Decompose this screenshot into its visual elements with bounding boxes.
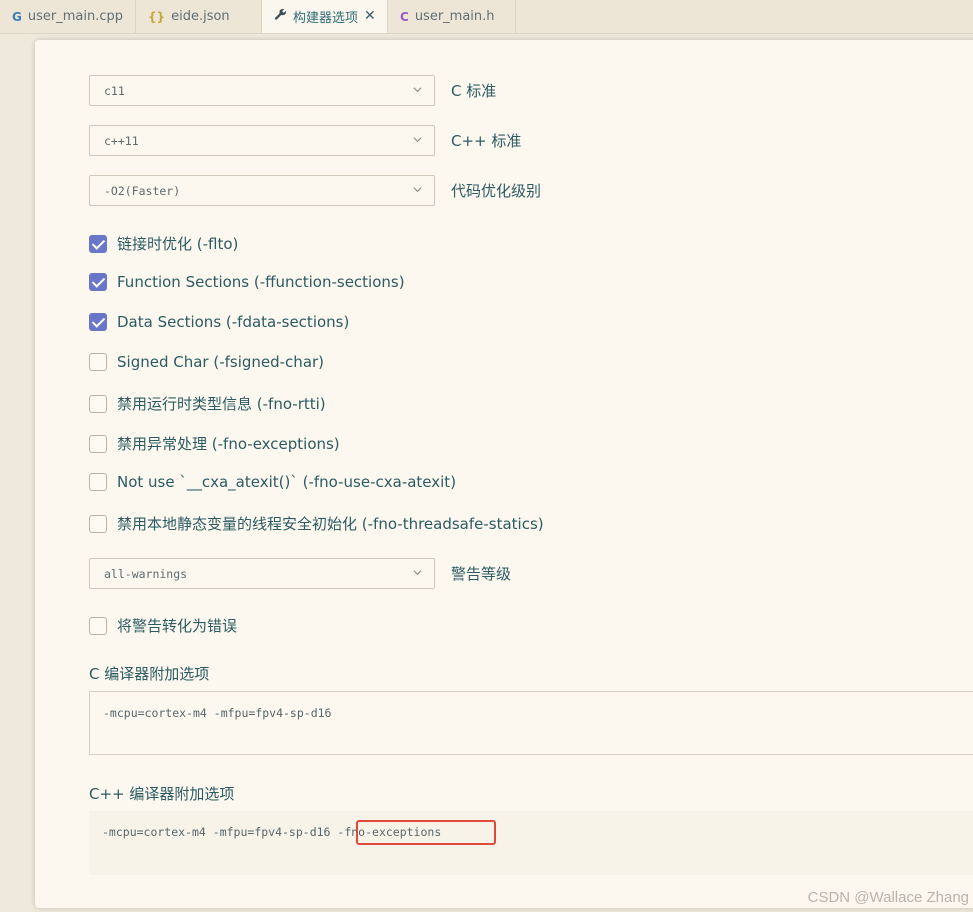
checkbox[interactable] <box>89 273 107 291</box>
c-standard-label: C 标准 <box>451 82 497 100</box>
chevron-down-icon <box>413 570 422 576</box>
warnings-label: 警告等级 <box>451 565 512 583</box>
c-extra-options-field[interactable]: -mcpu=cortex-m4 -mfpu=fpv4-sp-d16 <box>89 691 973 755</box>
annotation-highlight-box <box>356 820 496 845</box>
tab-label: eide.json <box>171 9 230 24</box>
select-value: -O2(Faster) <box>104 183 181 198</box>
checkbox[interactable] <box>89 616 107 635</box>
json-file-icon: {} <box>148 9 166 24</box>
warnings-row: all-warnings 警告等级 <box>89 558 511 589</box>
checkbox-label: 禁用本地静态变量的线程安全初始化 (-fno-threadsafe-static… <box>117 515 544 533</box>
builder-options-panel: c11 C 标准 c++11 C++ 标准 -O2(Faster) 代码优化级别… <box>35 40 973 908</box>
checkbox-label: Function Sections (-ffunction-sections) <box>117 273 405 291</box>
c-file-icon: C <box>400 9 409 24</box>
checkbox-row-signed-char[interactable]: Signed Char (-fsigned-char) <box>89 353 324 371</box>
checkbox-row-warnings-as-errors[interactable]: 将警告转化为错误 <box>89 615 237 636</box>
optimization-row: -O2(Faster) 代码优化级别 <box>89 175 541 206</box>
chevron-down-icon <box>413 187 422 193</box>
checkbox[interactable] <box>89 434 107 453</box>
checkbox-row-data-sections[interactable]: Data Sections (-fdata-sections) <box>89 313 349 331</box>
c-extra-options-label: C 编译器附加选项 <box>89 665 210 683</box>
tab-label: 构建器选项 <box>293 10 359 26</box>
checkbox[interactable] <box>89 313 107 331</box>
cpp-standard-row: c++11 C++ 标准 <box>89 125 521 156</box>
select-value: all-warnings <box>104 566 188 581</box>
checkbox[interactable] <box>89 394 107 413</box>
tab-label: user_main.cpp <box>27 9 123 24</box>
checkbox-row-no-exceptions[interactable]: 禁用异常处理 (-fno-exceptions) <box>89 433 340 454</box>
warnings-select[interactable]: all-warnings <box>89 558 435 589</box>
c-standard-select[interactable]: c11 <box>89 75 435 106</box>
checkbox-label: Not use `__cxa_atexit()` (-fno-use-cxa-a… <box>117 473 457 491</box>
cpp-extra-options-label: C++ 编译器附加选项 <box>89 785 235 803</box>
tab-builder-options[interactable]: 构建器选项 ✕ <box>262 0 388 33</box>
checkbox-label: 禁用异常处理 (-fno-exceptions) <box>117 435 340 453</box>
checkbox[interactable] <box>89 234 107 253</box>
tab-label: user_main.h <box>414 9 495 24</box>
checkbox-label: Data Sections (-fdata-sections) <box>117 313 350 331</box>
checkbox-row-no-threadsafe-statics[interactable]: 禁用本地静态变量的线程安全初始化 (-fno-threadsafe-static… <box>89 513 544 534</box>
close-icon[interactable]: ✕ <box>364 8 376 24</box>
cpp-file-icon: G <box>12 9 22 24</box>
chevron-down-icon <box>413 137 422 143</box>
cpp-standard-label: C++ 标准 <box>451 132 522 150</box>
optimization-select[interactable]: -O2(Faster) <box>89 175 435 206</box>
checkbox-label: Signed Char (-fsigned-char) <box>117 353 325 371</box>
checkbox[interactable] <box>89 514 107 533</box>
optimization-label: 代码优化级别 <box>451 182 542 200</box>
tab-user-main-cpp[interactable]: G user_main.cpp <box>0 0 136 33</box>
watermark: CSDN @Wallace Zhang <box>807 889 969 906</box>
checkbox-row-no-rtti[interactable]: 禁用运行时类型信息 (-fno-rtti) <box>89 393 326 414</box>
checkbox-label: 链接时优化 (-flto) <box>117 235 239 253</box>
cpp-extra-options-field[interactable]: -mcpu=cortex-m4 -mfpu=fpv4-sp-d16 -fno-e… <box>89 811 973 875</box>
tab-eide-json[interactable]: {} eide.json <box>136 0 262 33</box>
checkbox-row-no-cxa-atexit[interactable]: Not use `__cxa_atexit()` (-fno-use-cxa-a… <box>89 473 456 491</box>
checkbox-row-flto[interactable]: 链接时优化 (-flto) <box>89 233 238 254</box>
checkbox[interactable] <box>89 353 107 371</box>
checkbox-row-function-sections[interactable]: Function Sections (-ffunction-sections) <box>89 273 405 291</box>
checkbox[interactable] <box>89 473 107 491</box>
select-value: c++11 <box>104 133 139 148</box>
select-value: c11 <box>104 83 125 98</box>
c-standard-row: c11 C 标准 <box>89 75 496 106</box>
cpp-standard-select[interactable]: c++11 <box>89 125 435 156</box>
checkbox-label: 将警告转化为错误 <box>117 617 238 635</box>
wrench-icon <box>274 8 287 24</box>
tab-user-main-h[interactable]: C user_main.h <box>388 0 516 33</box>
chevron-down-icon <box>413 87 422 93</box>
editor-tab-bar: G user_main.cpp {} eide.json 构建器选项 ✕ C u… <box>0 0 973 34</box>
checkbox-label: 禁用运行时类型信息 (-fno-rtti) <box>117 395 326 413</box>
